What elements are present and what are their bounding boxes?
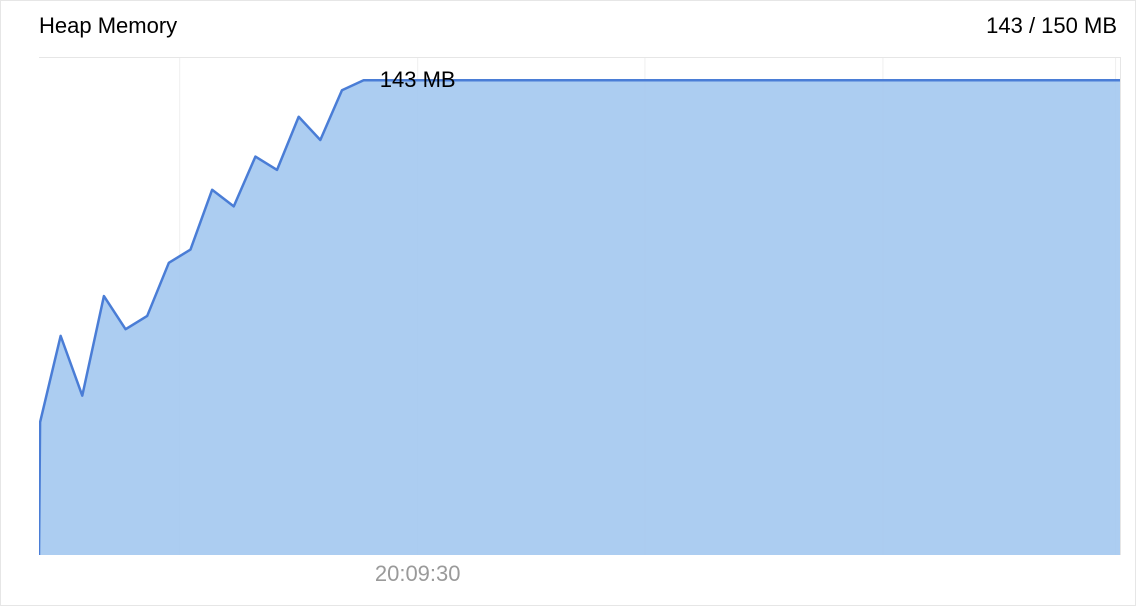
heap-memory-chart: 143 MB 20:09:30	[39, 57, 1121, 555]
panel-current-value: 143 / 150 MB	[986, 13, 1117, 39]
x-tick-label: 20:09:30	[375, 561, 461, 587]
chart-area-fill	[39, 80, 1121, 555]
heap-memory-panel: Heap Memory 143 / 150 MB 143 MB 20:09:30	[0, 0, 1136, 606]
panel-header: Heap Memory 143 / 150 MB	[39, 11, 1117, 41]
panel-title: Heap Memory	[39, 13, 177, 39]
chart-svg	[39, 57, 1121, 555]
